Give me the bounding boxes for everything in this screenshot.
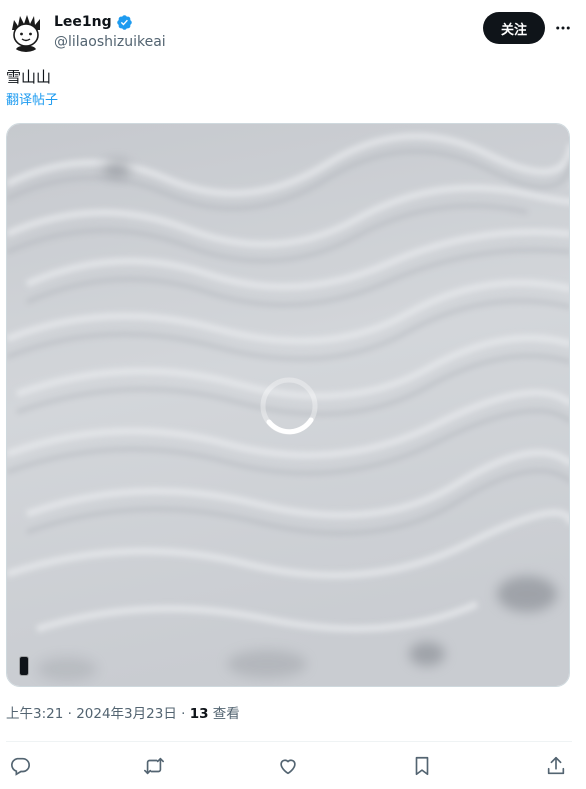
bookmark-button[interactable] xyxy=(408,752,436,780)
avatar-image xyxy=(6,12,46,52)
more-dots-icon xyxy=(556,26,570,30)
like-icon xyxy=(280,759,296,775)
more-button[interactable] xyxy=(552,18,574,38)
views-label: 查看 xyxy=(208,706,240,722)
verified-badge-icon xyxy=(116,14,132,30)
reply-button[interactable] xyxy=(6,752,34,780)
tweet-time[interactable]: 上午3:21 xyxy=(6,706,63,722)
snow-video-frame xyxy=(7,124,569,686)
tweet-text: 雪山山 xyxy=(6,68,52,86)
author-name-row[interactable]: Lee1ng xyxy=(54,13,133,31)
divider xyxy=(6,741,572,742)
video-indicator xyxy=(19,656,29,676)
tweet-meta: 上午3:21 · 2024年3月23日 · 13 查看 xyxy=(6,705,240,723)
views-count: 13 xyxy=(189,706,209,722)
meta-separator: · xyxy=(63,706,77,722)
author-handle[interactable]: @lilaoshizuikeai xyxy=(54,33,166,51)
tweet-date[interactable]: 2024年3月23日 xyxy=(76,706,177,722)
retweet-button[interactable] xyxy=(140,752,168,780)
follow-button[interactable]: 关注 xyxy=(483,12,545,44)
share-button[interactable] xyxy=(542,752,570,780)
translate-link[interactable]: 翻译帖子 xyxy=(6,92,58,110)
meta-separator: · xyxy=(176,706,190,722)
avatar[interactable] xyxy=(6,12,46,52)
video-player[interactable] xyxy=(6,123,570,687)
bookmark-icon xyxy=(415,756,429,776)
share-icon xyxy=(547,756,565,775)
author-name[interactable]: Lee1ng xyxy=(54,13,112,31)
reply-icon xyxy=(11,757,30,776)
like-button[interactable] xyxy=(274,752,302,780)
retweet-icon xyxy=(144,757,164,775)
